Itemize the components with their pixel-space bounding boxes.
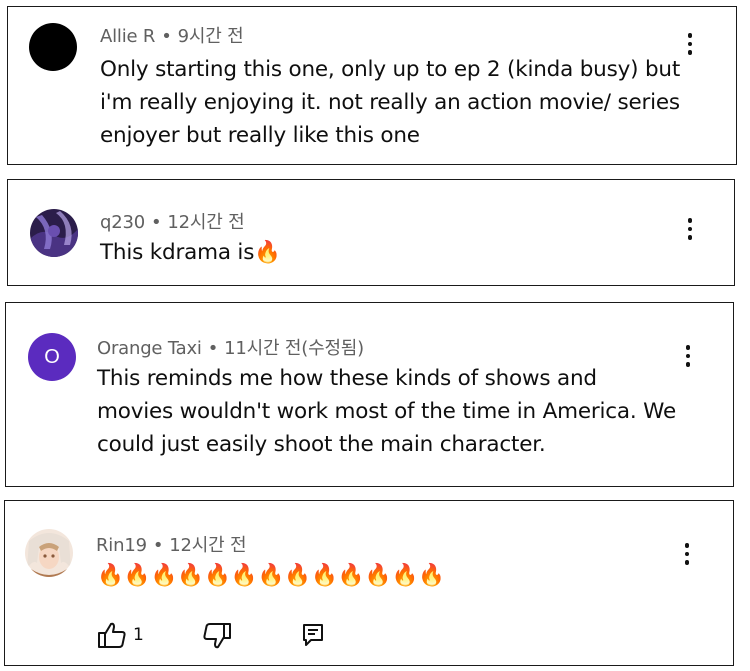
comment-time: 9시간 전 bbox=[177, 26, 244, 47]
comment-time: 12시간 전 bbox=[169, 535, 247, 556]
comment-card: Allie R • 9시간 전 Only starting this one, on… bbox=[7, 6, 737, 165]
like-button[interactable]: 1 bbox=[97, 621, 144, 649]
comment-text-line: This reminds me how these kinds of shows… bbox=[97, 366, 597, 391]
comment-meta: Rin19 • 12시간 전 bbox=[96, 531, 247, 557]
comment-meta: q230 • 12시간 전 bbox=[100, 208, 245, 234]
author-name[interactable]: Rin19 bbox=[96, 535, 147, 556]
comment-text-line: Only starting this one, only up to ep 2 … bbox=[100, 57, 681, 82]
fire-emoji: 🔥 bbox=[254, 240, 281, 265]
comment-time: 11시간 전(수정됨) bbox=[224, 338, 364, 359]
comment-text-line: enjoyer but really like this one bbox=[100, 123, 420, 148]
reply-icon bbox=[303, 624, 323, 646]
avatar[interactable] bbox=[30, 209, 78, 257]
reply-button[interactable] bbox=[302, 623, 324, 647]
meta-separator: • bbox=[207, 338, 219, 359]
comment-card: Rin19 • 12시간 전 🔥🔥🔥🔥🔥🔥🔥🔥🔥🔥🔥🔥🔥 1 bbox=[4, 500, 734, 666]
more-vert-icon[interactable] bbox=[678, 214, 702, 244]
avatar-initial: O bbox=[44, 345, 60, 368]
fire-emoji-row: 🔥🔥🔥🔥🔥🔥🔥🔥🔥🔥🔥🔥🔥 bbox=[97, 563, 446, 588]
meta-separator: • bbox=[152, 535, 164, 556]
comment-text: Only starting this one, only up to ep 2 … bbox=[100, 53, 680, 152]
comment-meta: Allie R • 9시간 전 bbox=[100, 22, 244, 48]
meta-separator: • bbox=[150, 212, 162, 233]
thumb-up-icon bbox=[98, 622, 126, 648]
comment-text-line: i'm really enjoying it. not really an ac… bbox=[100, 90, 680, 115]
avatar[interactable] bbox=[29, 23, 77, 71]
comment-card: O Orange Taxi • 11시간 전(수정됨) This reminds m… bbox=[5, 302, 734, 487]
comment-text: This kdrama is🔥 bbox=[100, 236, 281, 269]
comment-card: q230 • 12시간 전 This kdrama is🔥 bbox=[7, 179, 735, 286]
comment-text-line: movies wouldn't work most of the time in… bbox=[97, 399, 676, 424]
thumb-down-icon bbox=[203, 623, 231, 649]
comment-text: 🔥🔥🔥🔥🔥🔥🔥🔥🔥🔥🔥🔥🔥 bbox=[97, 559, 445, 592]
comment-text: This reminds me how these kinds of shows… bbox=[97, 362, 676, 461]
more-vert-icon[interactable] bbox=[678, 29, 702, 59]
like-count: 1 bbox=[133, 625, 144, 645]
author-name[interactable]: q230 bbox=[100, 212, 145, 233]
avatar[interactable]: O bbox=[28, 333, 76, 381]
avatar[interactable] bbox=[25, 529, 73, 577]
comment-text-line: could just easily shoot the main charact… bbox=[97, 432, 546, 457]
more-vert-icon[interactable] bbox=[675, 539, 699, 569]
more-vert-icon[interactable] bbox=[676, 341, 700, 371]
comment-meta: Orange Taxi • 11시간 전(수정됨) bbox=[97, 334, 364, 360]
author-name[interactable]: Allie R bbox=[100, 26, 155, 47]
avatar-image bbox=[25, 529, 73, 577]
comment-time: 12시간 전 bbox=[167, 212, 245, 233]
author-name[interactable]: Orange Taxi bbox=[97, 338, 202, 359]
dislike-button[interactable] bbox=[202, 622, 232, 650]
comment-text-line: This kdrama is bbox=[100, 240, 255, 265]
meta-separator: • bbox=[161, 26, 172, 47]
avatar-image bbox=[30, 209, 78, 257]
